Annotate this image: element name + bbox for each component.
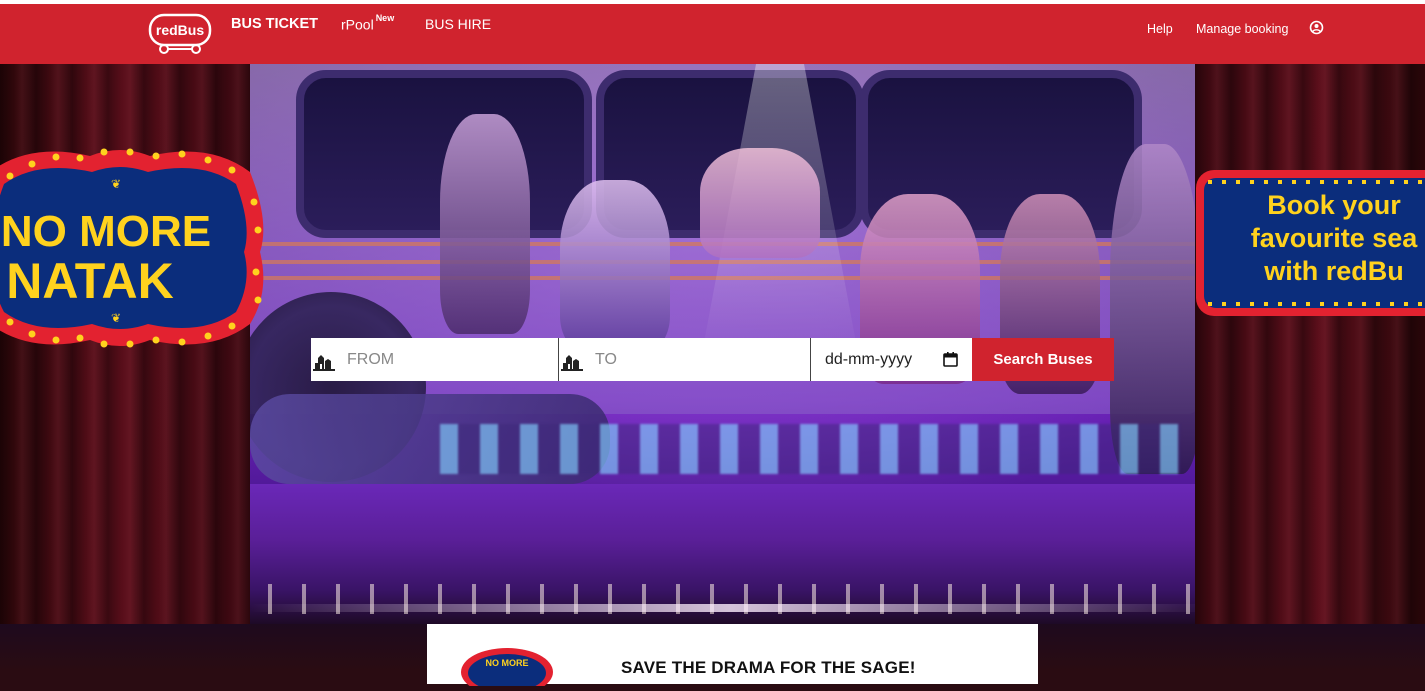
city-icon [561,349,583,371]
badge-right-line1: Book your [1267,190,1401,220]
stage-edge [250,604,1210,612]
performer [560,180,670,350]
badge-right-inner: Book your favourite sea with redBu [1204,178,1425,308]
svg-text:❦: ❦ [111,177,121,191]
no-more-natak-badge: ❦ ❦ NO MORE NATAK [0,142,270,354]
logo-text: redBus [156,22,204,38]
book-with-redbus-badge: Book your favourite sea with redBu [1196,170,1425,316]
nav-rpool-label: rPool [341,16,374,33]
help-link[interactable]: Help [1147,22,1173,36]
manage-booking-link[interactable]: Manage booking [1196,22,1288,36]
performer [440,114,530,334]
to-field[interactable] [559,338,811,381]
promo-logo: NO MORE [459,646,555,691]
promo-card[interactable]: NO MORE SAVE THE DRAMA FOR THE SAGE! [427,624,1038,691]
badge-right-line2: favourite sea [1250,223,1418,253]
badge-left-line2: NATAK [6,253,174,309]
nav-bus-hire[interactable]: BUS HIRE [425,16,491,32]
from-field[interactable] [311,338,559,381]
to-input[interactable] [593,349,793,370]
date-field[interactable]: dd-mm-yyyy [811,338,971,381]
city-icon [313,349,335,371]
performer [700,148,820,258]
calendar-icon[interactable] [943,352,958,367]
badge-left-line1: NO MORE [1,207,211,256]
promo-headline: SAVE THE DRAMA FOR THE SAGE! [621,658,916,677]
nav-bus-ticket[interactable]: BUS TICKET [231,16,318,32]
stage-lights [440,424,1180,474]
date-input[interactable]: dd-mm-yyyy [825,351,912,369]
profile-icon[interactable] [1309,20,1324,35]
badge-dots [1208,302,1425,306]
redbus-logo[interactable]: redBus [148,13,212,55]
new-badge: New [375,13,395,23]
badge-right-line3: with redBu [1264,256,1404,286]
promo-logo-text: NO MORE [485,658,528,668]
curtain-right [1195,64,1425,624]
svg-text:❦: ❦ [111,311,121,325]
bus-search-form: dd-mm-yyyy Search Buses [311,338,1114,381]
search-buses-button[interactable]: Search Buses [972,338,1114,381]
nav-rpool[interactable]: rPool New [341,13,395,33]
from-input[interactable] [345,349,545,370]
top-navbar: redBus BUS TICKET rPool New BUS HIRE Help… [0,4,1425,64]
badge-dots [1208,180,1425,184]
